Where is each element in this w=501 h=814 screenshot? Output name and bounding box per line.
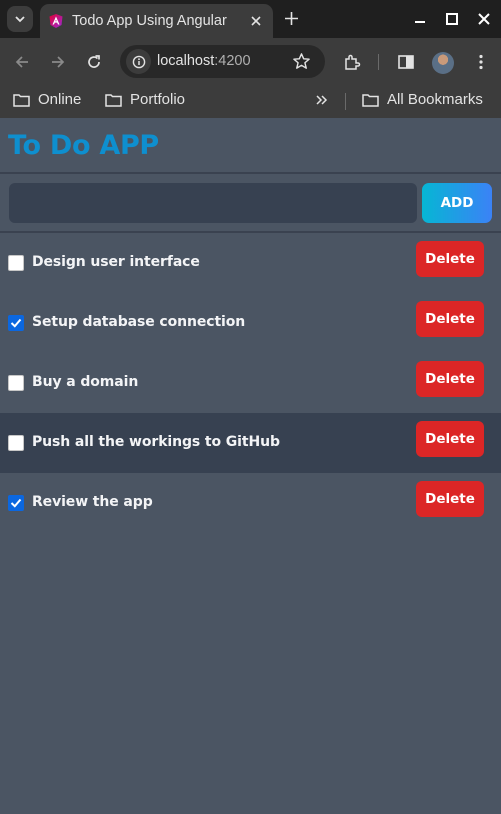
- maximize-icon[interactable]: [445, 12, 459, 26]
- bookmark-portfolio[interactable]: Portfolio: [105, 91, 185, 108]
- extensions-icon[interactable]: [343, 53, 361, 71]
- back-icon[interactable]: [13, 53, 31, 71]
- url-text: localhost:4200: [157, 53, 251, 69]
- window-close-icon[interactable]: [477, 12, 491, 26]
- site-info-button[interactable]: [126, 49, 151, 74]
- folder-icon: [13, 93, 30, 107]
- url-port: :4200: [214, 53, 251, 69]
- todo-text: Design user interface: [32, 254, 200, 270]
- delete-button[interactable]: Delete: [416, 481, 484, 517]
- todo-item: Review the app Delete: [0, 473, 501, 533]
- divider: [0, 172, 501, 174]
- todo-checkbox[interactable]: [8, 255, 24, 271]
- delete-button[interactable]: Delete: [416, 301, 484, 337]
- todo-text: Setup database connection: [32, 314, 246, 330]
- side-panel-icon[interactable]: [397, 53, 415, 71]
- add-button[interactable]: ADD: [422, 183, 492, 223]
- todo-input[interactable]: [9, 183, 417, 223]
- delete-button[interactable]: Delete: [416, 241, 484, 277]
- chevron-down-icon: [15, 16, 25, 23]
- delete-button[interactable]: Delete: [416, 421, 484, 457]
- profile-avatar[interactable]: [432, 52, 454, 74]
- delete-button[interactable]: Delete: [416, 361, 484, 397]
- all-bookmarks[interactable]: All Bookmarks: [362, 91, 483, 108]
- toolbar-divider: [378, 54, 379, 70]
- close-icon[interactable]: [249, 14, 263, 28]
- tab-search-button[interactable]: [7, 6, 33, 32]
- todo-app: To Do APP ADD Design user interface Dele…: [0, 118, 501, 814]
- tab-title: Todo App Using Angular: [72, 13, 227, 29]
- info-icon: [132, 55, 145, 68]
- todo-checkbox[interactable]: [8, 495, 24, 511]
- forward-icon[interactable]: [49, 53, 67, 71]
- tab-strip: Todo App Using Angular: [0, 0, 501, 38]
- new-tab-icon[interactable]: [284, 11, 299, 26]
- todo-checkbox[interactable]: [8, 435, 24, 451]
- reload-icon[interactable]: [85, 53, 103, 71]
- minimize-icon[interactable]: [413, 12, 427, 26]
- browser-toolbar: localhost:4200: [0, 38, 501, 85]
- browser-tab[interactable]: Todo App Using Angular: [40, 4, 273, 38]
- chevron-double-right-icon[interactable]: [315, 93, 329, 107]
- bookmarks-divider: [345, 93, 346, 110]
- checkmark-icon: [10, 498, 22, 508]
- bookmark-online[interactable]: Online: [13, 91, 81, 108]
- todo-text: Buy a domain: [32, 374, 139, 390]
- address-bar[interactable]: localhost:4200: [120, 45, 325, 78]
- bookmark-star-icon[interactable]: [292, 52, 311, 71]
- angular-icon: [49, 14, 63, 28]
- todo-item: Setup database connection Delete: [0, 293, 501, 353]
- more-vert-icon[interactable]: [472, 53, 490, 71]
- all-bookmarks-label: All Bookmarks: [387, 91, 483, 108]
- todo-checkbox[interactable]: [8, 315, 24, 331]
- url-host: localhost: [157, 53, 215, 69]
- bookmark-label: Online: [38, 91, 82, 108]
- bookmark-label: Portfolio: [130, 91, 186, 108]
- todo-text: Push all the workings to GitHub: [32, 434, 280, 450]
- checkmark-icon: [10, 318, 22, 328]
- page-title: To Do APP: [8, 130, 159, 161]
- todo-item: Design user interface Delete: [0, 233, 501, 293]
- todo-item: Push all the workings to GitHub Delete: [0, 413, 501, 473]
- bookmarks-bar: Online Portfolio All Bookmarks: [0, 85, 501, 118]
- folder-icon: [362, 93, 379, 107]
- todo-checkbox[interactable]: [8, 375, 24, 391]
- todo-item: Buy a domain Delete: [0, 353, 501, 413]
- todo-text: Review the app: [32, 494, 153, 510]
- folder-icon: [105, 93, 122, 107]
